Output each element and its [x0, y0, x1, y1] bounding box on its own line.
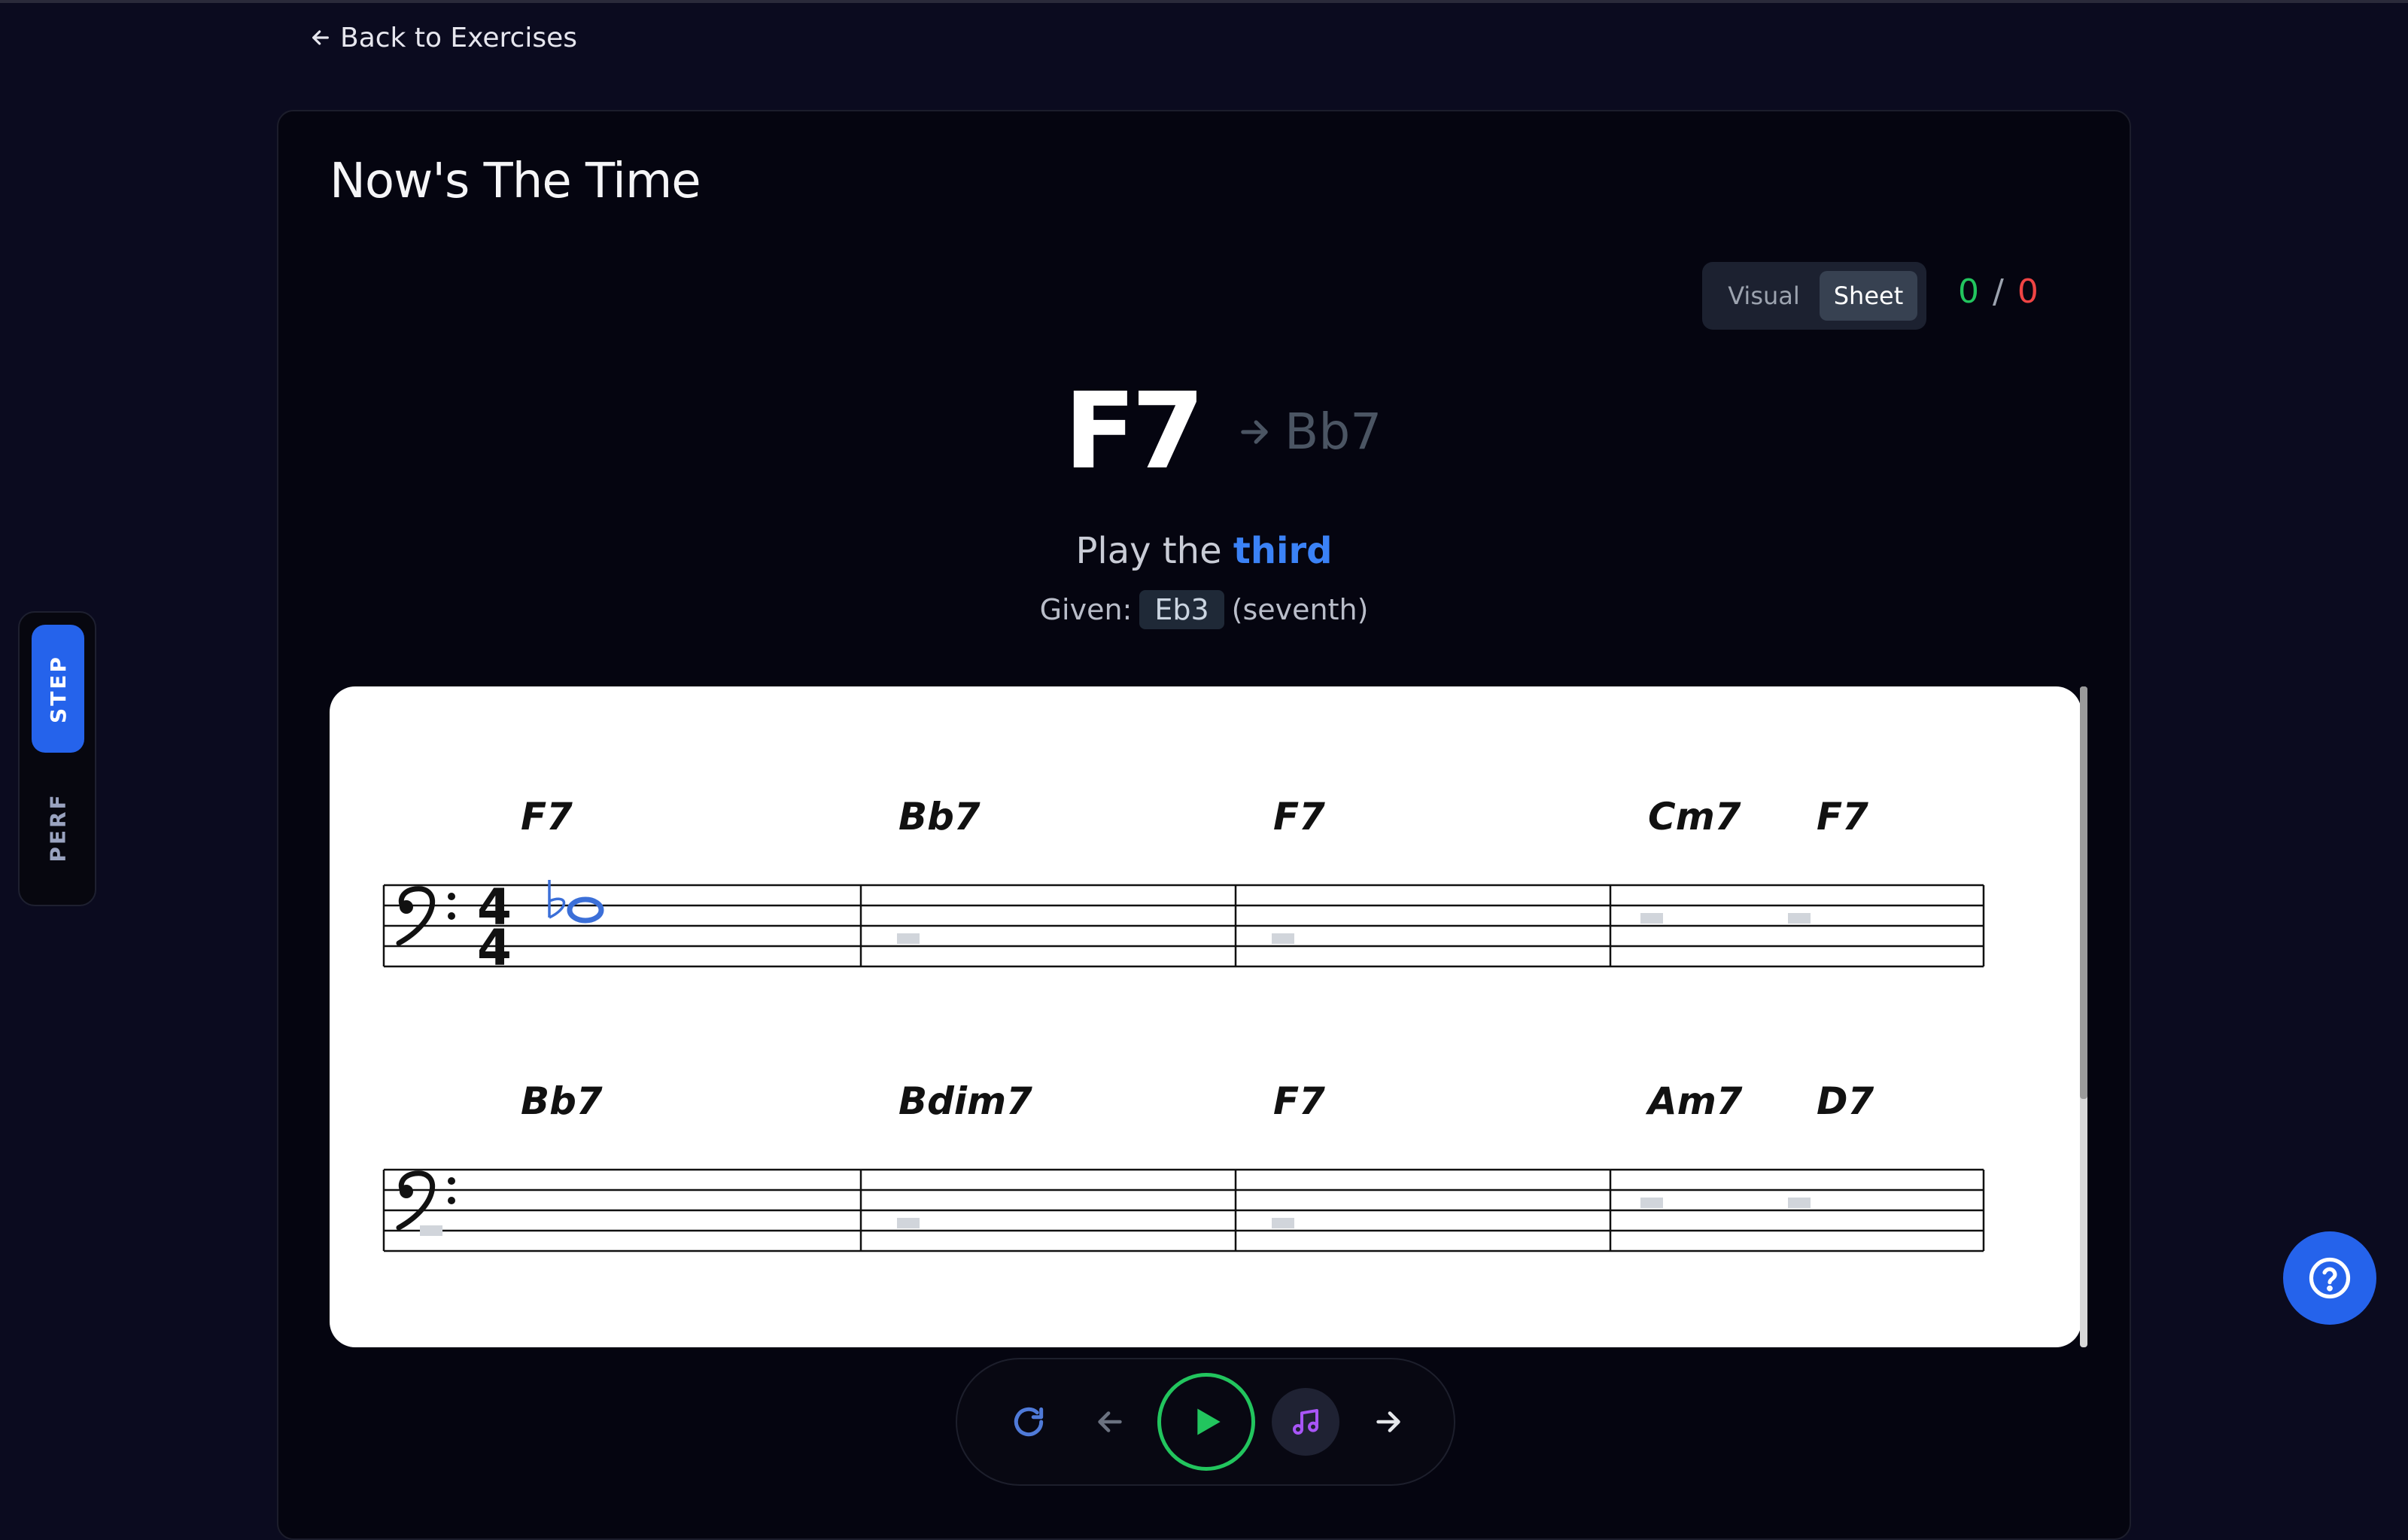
- time-signature-bottom: 4: [477, 919, 512, 977]
- chord-symbol: Bdim7: [898, 1079, 1032, 1123]
- rest-mark: [1272, 933, 1294, 944]
- given-label: Given:: [1039, 593, 1133, 626]
- step-label: STEP: [45, 654, 71, 723]
- sheet-scrollbar-thumb[interactable]: [2080, 686, 2087, 1099]
- perf-mode-button[interactable]: PERF: [32, 763, 84, 891]
- arrow-right-icon: [1376, 1411, 1400, 1432]
- visual-view-button[interactable]: Visual: [1713, 271, 1815, 321]
- rest-mark: [897, 933, 920, 944]
- rest-mark: [1788, 913, 1811, 924]
- bass-clef-dot: [448, 1177, 455, 1185]
- audio-button[interactable]: [1272, 1388, 1339, 1456]
- chord-symbol: F7: [521, 795, 573, 838]
- perf-label: PERF: [45, 792, 71, 863]
- chord-symbol: F7: [1817, 795, 1868, 838]
- rest-mark: [1640, 1198, 1663, 1208]
- whole-note: [567, 896, 604, 924]
- chord-symbol: F7: [1273, 795, 1325, 838]
- given-note-row: Given: Eb3 (seventh): [278, 590, 2130, 629]
- exercise-card: Now's The Time Visual Sheet 0 / 0 F7 Bb7…: [277, 110, 2131, 1540]
- given-role: (seventh): [1231, 593, 1369, 626]
- sheet-music: 4 4 F7 Bb7 F7 Cm7 F7 Bb7 Bdim7 F7 Am7 D7: [330, 686, 2081, 1347]
- help-button[interactable]: [2283, 1231, 2376, 1325]
- chord-symbol: Bb7: [521, 1079, 603, 1123]
- chord-symbol: Bb7: [898, 795, 981, 838]
- arrow-left-icon: [1098, 1411, 1122, 1432]
- chord-symbol: Cm7: [1648, 795, 1741, 838]
- rest-mark: [1272, 1218, 1294, 1228]
- back-to-exercises-link[interactable]: Back to Exercises: [309, 20, 577, 56]
- bass-clef-dot: [448, 893, 455, 900]
- play-button[interactable]: [1157, 1373, 1255, 1471]
- view-toggle: Visual Sheet: [1702, 262, 1926, 330]
- bass-clef-icon: [396, 1170, 436, 1231]
- instruction-prefix: Play the: [1075, 530, 1222, 572]
- playback-controls: [956, 1358, 1455, 1486]
- restart-button[interactable]: [998, 1391, 1060, 1453]
- bass-clef-dot: [448, 1197, 455, 1204]
- previous-button[interactable]: [1079, 1391, 1141, 1453]
- wrong-count: 0: [2017, 272, 2039, 311]
- rest-mark: [1788, 1198, 1811, 1208]
- bass-clef-dot: [448, 912, 455, 920]
- arrow-right-icon: [1241, 419, 1268, 444]
- arrow-left-icon: [312, 30, 329, 45]
- play-icon: [1197, 1408, 1221, 1435]
- next-button[interactable]: [1358, 1391, 1419, 1453]
- bass-clef-dot: [400, 1185, 413, 1198]
- score-separator: /: [1993, 272, 2004, 311]
- help-icon: [2309, 1257, 2351, 1299]
- rest-mark: [897, 1218, 920, 1228]
- target-tone: third: [1233, 530, 1333, 572]
- chord-symbol: F7: [1273, 1079, 1325, 1123]
- music-note-icon: [1293, 1409, 1318, 1435]
- chord-symbol: D7: [1817, 1079, 1874, 1123]
- current-chord: F7: [1064, 370, 1205, 493]
- sheet-view-button[interactable]: Sheet: [1820, 271, 1917, 321]
- flat-sign: [549, 897, 566, 919]
- bass-clef-dot: [400, 900, 413, 914]
- chord-display: F7 Bb7: [1064, 370, 1382, 493]
- rest-mark: [1640, 913, 1663, 924]
- bass-clef-icon: [396, 886, 436, 946]
- next-chord: Bb7: [1285, 403, 1382, 461]
- mode-toggle: STEP PERF: [18, 611, 96, 906]
- restart-icon: [1014, 1407, 1044, 1437]
- rest-mark: [420, 1225, 442, 1236]
- correct-count: 0: [1958, 272, 1979, 311]
- chord-symbol: Am7: [1645, 1079, 1743, 1123]
- score-counter: 0 / 0: [1958, 272, 2039, 311]
- exercise-title: Now's The Time: [330, 154, 701, 209]
- back-label: Back to Exercises: [340, 22, 577, 53]
- sheet-music-staves: 44F7 Bb7 F7 Cm7 F7Bb7 Bdim7 F7 Am7 D7: [382, 795, 1985, 1252]
- top-border: [0, 0, 2408, 3]
- step-mode-button[interactable]: STEP: [32, 625, 84, 753]
- given-note-badge: Eb3: [1139, 590, 1224, 629]
- instruction: Play the third: [278, 530, 2130, 572]
